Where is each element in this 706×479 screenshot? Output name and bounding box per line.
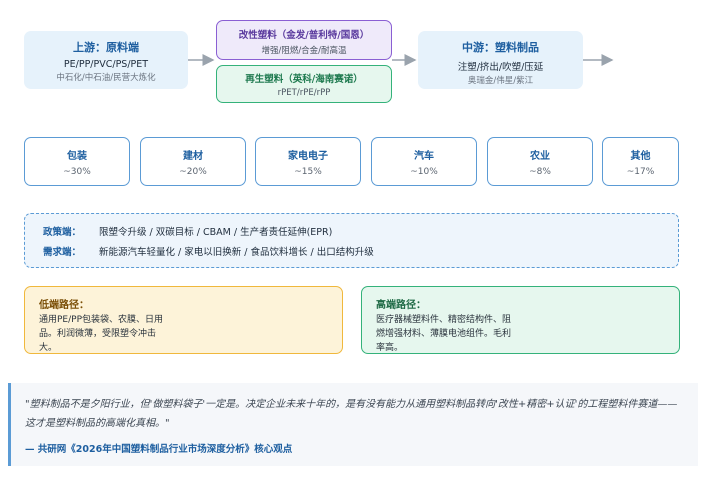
application-share: ~17% bbox=[626, 167, 655, 177]
drivers-panel: 政策端： 限塑令升级 / 双碳目标 / CBAM / 生产者责任延伸(EPR) 需… bbox=[24, 213, 679, 268]
quote-text: "塑料制品不是夕阳行业，但'做塑料袋子'一定是。决定企业未来十年的，是有没有能力… bbox=[25, 399, 678, 429]
low-end-path-box: 低端路径： 通用PE/PP包装袋、农膜、日用品。利润微薄，受限塑令冲击大。 bbox=[24, 286, 343, 354]
recycled-plastics-title: 再生塑料（英科/海南赛诺） bbox=[245, 74, 363, 85]
application-share: ~20% bbox=[179, 167, 207, 177]
upstream-title: 上游：原料端 bbox=[73, 41, 139, 54]
recycled-plastics-box: 再生塑料（英科/海南赛诺） rPET/rPE/rPP bbox=[216, 65, 392, 103]
application-box-building: 建材 ~20% bbox=[140, 137, 246, 186]
application-box-packaging: 包装 ~30% bbox=[24, 137, 130, 186]
quote-source: — 共研网《2026年中国塑料制品行业市场深度分析》核心观点 bbox=[25, 444, 293, 455]
modified-plastics-title: 改性塑料（金发/普利特/国恩） bbox=[238, 30, 370, 41]
midstream-title: 中游：塑料制品 bbox=[462, 41, 539, 54]
policy-row: 政策端： 限塑令升级 / 双碳目标 / CBAM / 生产者责任延伸(EPR) bbox=[43, 224, 332, 238]
demand-text: 新能源汽车轻量化 / 家电以旧换新 / 食品饮料增长 / 出口结构升级 bbox=[99, 247, 374, 258]
midstream-box: 中游：塑料制品 注塑/挤出/吹塑/压延 奥瑞金/伟星/紫江 bbox=[418, 31, 583, 89]
application-share: ~30% bbox=[63, 167, 91, 177]
application-name: 建材 bbox=[183, 151, 203, 162]
application-name: 家电电子 bbox=[288, 151, 328, 162]
application-name: 汽车 bbox=[414, 151, 434, 162]
application-box-other: 其他 ~17% bbox=[602, 137, 679, 186]
low-end-path-title: 低端路径： bbox=[39, 300, 89, 311]
policy-text: 限塑令升级 / 双碳目标 / CBAM / 生产者责任延伸(EPR) bbox=[99, 227, 333, 238]
demand-label: 需求端： bbox=[43, 247, 82, 258]
modified-plastics-box: 改性塑料（金发/普利特/国恩） 增强/阻燃/合金/耐高温 bbox=[216, 20, 392, 60]
application-share: ~8% bbox=[529, 167, 551, 177]
application-name: 其他 bbox=[630, 151, 651, 162]
midstream-companies: 奥瑞金/伟星/紫江 bbox=[467, 76, 534, 86]
modified-plastics-desc: 增强/阻燃/合金/耐高温 bbox=[261, 46, 347, 56]
application-box-agriculture: 农业 ~8% bbox=[487, 137, 593, 186]
high-end-path-title: 高端路径： bbox=[376, 300, 426, 311]
application-share: ~10% bbox=[410, 167, 438, 177]
demand-row: 需求端： 新能源汽车轻量化 / 家电以旧换新 / 食品饮料增长 / 出口结构升级 bbox=[43, 244, 374, 258]
application-share: ~15% bbox=[294, 167, 322, 177]
upstream-products: PE/PP/PVC/PS/PET bbox=[63, 59, 149, 70]
upstream-companies: 中石化/中石油/民营大炼化 bbox=[56, 73, 156, 83]
application-box-auto: 汽车 ~10% bbox=[371, 137, 477, 186]
low-end-path-body: 通用PE/PP包装袋、农膜、日用品。利润微薄，受限塑令冲击大。 bbox=[39, 315, 164, 353]
high-end-path-body: 医疗器械塑料件、精密结构件、阻燃增强材料、薄膜电池组件。毛利率高。 bbox=[376, 315, 512, 353]
application-name: 农业 bbox=[530, 151, 550, 162]
upstream-box: 上游：原料端 PE/PP/PVC/PS/PET 中石化/中石油/民营大炼化 bbox=[24, 31, 188, 89]
application-name: 包装 bbox=[67, 151, 87, 162]
quote-block: "塑料制品不是夕阳行业，但'做塑料袋子'一定是。决定企业未来十年的，是有没有能力… bbox=[8, 383, 698, 466]
application-box-appliances: 家电电子 ~15% bbox=[255, 137, 361, 186]
policy-label: 政策端： bbox=[43, 227, 82, 238]
midstream-processes: 注塑/挤出/吹塑/压延 bbox=[457, 62, 544, 73]
recycled-plastics-desc: rPET/rPE/rPP bbox=[277, 88, 331, 98]
high-end-path-box: 高端路径： 医疗器械塑料件、精密结构件、阻燃增强材料、薄膜电池组件。毛利率高。 bbox=[361, 286, 680, 354]
